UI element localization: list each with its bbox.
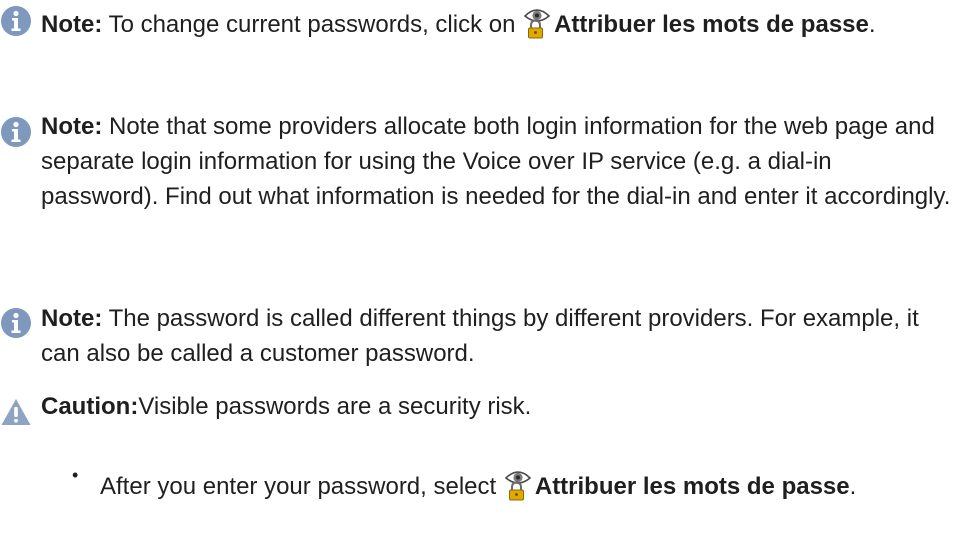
caution-block: Caution:Visible passwords are a security… [0,385,963,425]
password-visibility-icon[interactable] [522,5,552,39]
warning-icon [0,396,32,428]
list-item: • After you enter your password, select … [0,455,963,535]
note-text: Note: Note that some providers allocate … [41,109,951,214]
note-block-password-change: Note: To change current passwords, click… [0,0,963,78]
list-item-period: . [849,473,857,500]
assign-passwords-link[interactable]: Attribuer les mots de passe [535,473,850,500]
caution-text: Caution:Visible passwords are a security… [41,389,951,424]
note-label: Note: [41,305,103,332]
bullet-marker: • [72,465,79,485]
note-body: The password is called different things … [41,305,919,367]
note-period: . [868,11,876,38]
list-item-body: After you enter your password, select [100,473,503,500]
assign-passwords-link[interactable]: Attribuer les mots de passe [554,11,869,38]
info-icon [0,307,32,339]
list-item-text: After you enter your password, select At… [100,467,951,504]
note-block-login-info: Note: Note that some providers allocate … [0,105,963,255]
caution-label: Caution: [41,393,139,420]
note-body: Note that some providers allocate both l… [41,113,951,210]
note-text: Note: To change current passwords, click… [41,5,951,42]
info-icon [0,5,32,37]
note-label: Note: [41,11,103,38]
note-text: Note: The password is called different t… [41,301,951,371]
note-body: To change current passwords, click on [102,11,523,38]
info-icon [0,116,32,148]
password-visibility-icon[interactable] [503,467,533,501]
note-block-password-naming: Note: The password is called different t… [0,297,963,375]
caution-body: Visible passwords are a security risk. [138,393,532,420]
note-label: Note: [41,113,103,140]
